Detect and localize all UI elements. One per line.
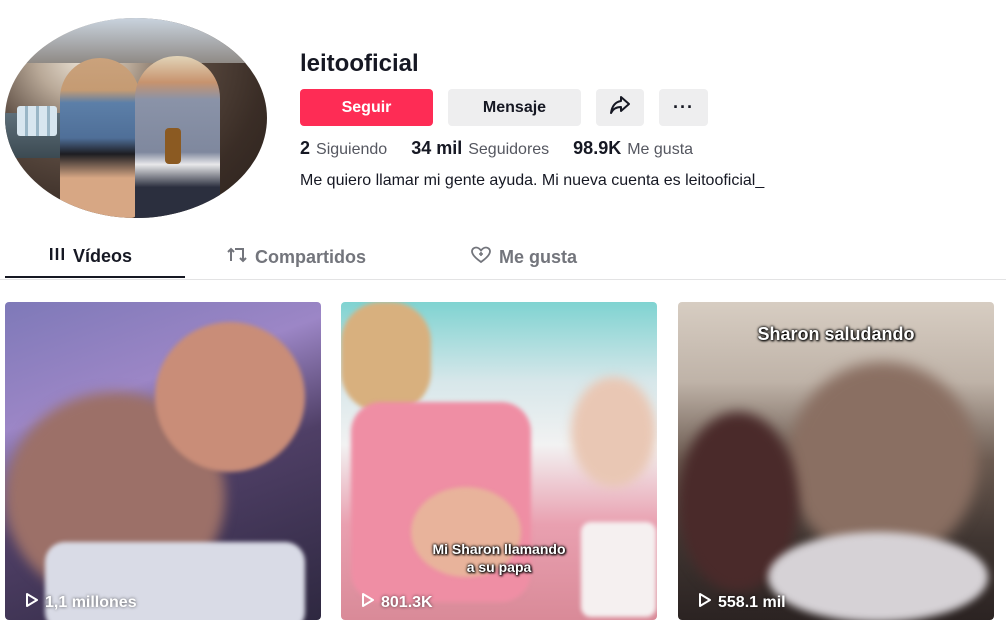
avatar-background (5, 18, 267, 63)
profile-tabs: Vídeos Compartidos Me gusta (0, 236, 1006, 280)
video-thumbnail[interactable]: Mi Sharon llamando a su papa 801.3K (341, 302, 657, 620)
tab-videos-label: Vídeos (73, 246, 133, 266)
more-options-button[interactable]: ··· (659, 89, 708, 126)
tab-shared-label: Compartidos (255, 247, 367, 267)
play-icon (25, 593, 39, 612)
video-caption: Mi Sharon llamando a su papa (341, 540, 657, 576)
likes-count: 98.9K (573, 138, 622, 158)
thumbnail-image (341, 302, 431, 412)
active-tab-indicator (5, 276, 185, 278)
profile-stats: 2 Siguiendo 34 mil Seguidores 98.9K Me g… (300, 138, 717, 159)
likes-label: Me gusta (627, 141, 694, 158)
thumbnail-image (155, 322, 305, 472)
tab-likes[interactable]: Me gusta (470, 246, 577, 269)
view-count-text: 558.1 mil (718, 593, 786, 611)
followers-count: 34 mil (411, 138, 463, 158)
video-caption-line: Mi Sharon llamando (432, 541, 566, 557)
thumbnail-image (768, 532, 988, 620)
view-count: 801.3K (361, 593, 433, 612)
video-caption: Sharon saludando (757, 324, 915, 344)
video-thumbnail[interactable]: Sharon saludando 558.1 mil (678, 302, 994, 620)
heart-icon (470, 246, 492, 269)
profile-avatar (5, 18, 267, 218)
play-icon (361, 593, 375, 612)
tab-videos[interactable]: Vídeos (48, 246, 132, 267)
repost-icon (226, 246, 248, 269)
followers-label[interactable]: Seguidores (468, 141, 549, 159)
share-icon (609, 95, 631, 120)
tab-likes-label: Me gusta (499, 247, 578, 267)
avatar-cups (17, 106, 57, 136)
view-count-text: 801.3K (381, 593, 433, 611)
view-count-text: 1,1 millones (45, 593, 137, 611)
share-button[interactable] (596, 89, 644, 126)
thumbnail-image (571, 377, 656, 487)
tab-shared[interactable]: Compartidos (226, 246, 366, 269)
profile-bio: Me quiero llamar mi gente ayuda. Mi nuev… (300, 172, 765, 189)
following-count: 2 (300, 138, 311, 158)
view-count: 1,1 millones (25, 593, 137, 612)
video-thumbnail[interactable]: 1,1 millones (5, 302, 321, 620)
following-label[interactable]: Siguiendo (316, 141, 387, 159)
play-icon (698, 593, 712, 612)
view-count: 558.1 mil (698, 593, 786, 612)
follow-button[interactable]: Seguir (300, 89, 433, 126)
profile-username: leitooficial (300, 50, 419, 77)
grid-icon (48, 246, 66, 267)
message-button[interactable]: Mensaje (448, 89, 581, 126)
video-caption-line: a su papa (466, 559, 532, 575)
avatar-bottle (165, 128, 181, 164)
avatar-person-left (60, 58, 140, 218)
